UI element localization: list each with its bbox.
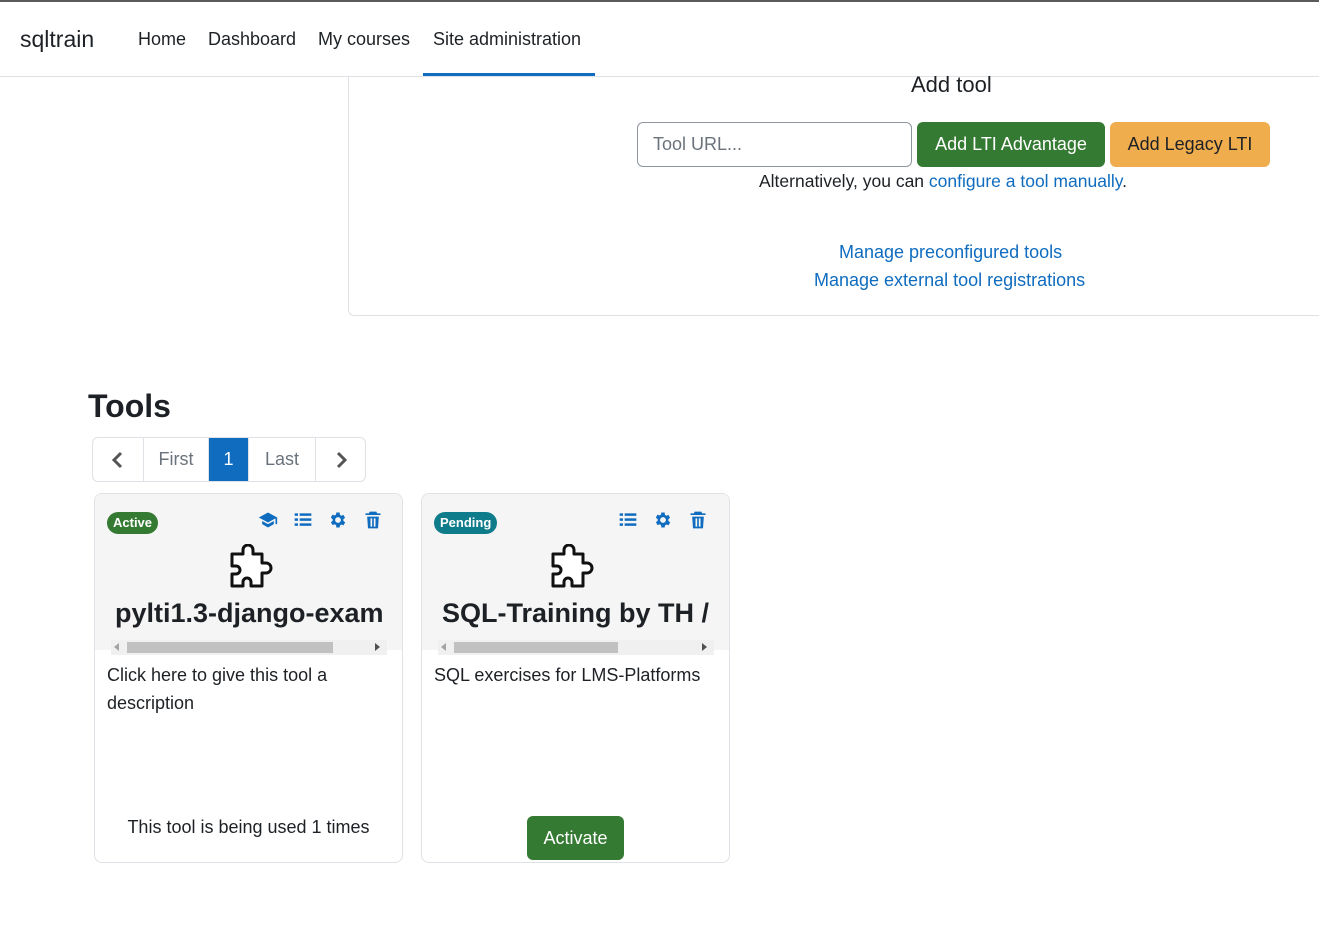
manage-tool-registrations-link[interactable]: Manage external tool registrations [814, 270, 1085, 291]
trash-icon[interactable] [362, 509, 384, 531]
gear-icon[interactable] [652, 509, 674, 531]
tool-card-actions [617, 509, 709, 531]
nav-my-courses[interactable]: My courses [318, 29, 410, 50]
scrollbar-thumb[interactable] [127, 642, 333, 653]
pagination-first[interactable]: First [144, 438, 209, 481]
gear-icon[interactable] [327, 509, 349, 531]
tool-url-input[interactable] [637, 122, 912, 167]
nav-dashboard[interactable]: Dashboard [208, 29, 296, 50]
add-lti-advantage-button[interactable]: Add LTI Advantage [917, 122, 1105, 167]
tool-description[interactable]: Click here to give this tool a descripti… [107, 661, 387, 717]
scrollbar-thumb[interactable] [454, 642, 618, 653]
trash-icon[interactable] [687, 509, 709, 531]
nav-site-administration[interactable]: Site administration [433, 29, 581, 50]
chevron-left-icon [111, 451, 123, 468]
horizontal-scrollbar[interactable] [438, 640, 714, 655]
pagination-prev[interactable] [93, 438, 144, 481]
list-icon[interactable] [292, 509, 314, 531]
graduation-cap-icon[interactable] [257, 509, 279, 531]
tool-card: Active pylti1.3-django-exam Click here t… [94, 493, 403, 863]
tools-heading: Tools [88, 388, 171, 424]
alternative-suffix: . [1122, 171, 1128, 191]
tool-name: SQL-Training by TH / [442, 598, 710, 628]
tool-description[interactable]: SQL exercises for LMS-Platforms [434, 661, 714, 689]
site-brand[interactable]: sqltrain [20, 26, 94, 53]
horizontal-scrollbar[interactable] [111, 640, 387, 655]
top-navbar: sqltrain Home Dashboard My courses Site … [0, 0, 1319, 77]
add-tool-title: Add tool [911, 72, 992, 97]
status-badge: Active [107, 512, 159, 534]
manage-preconfigured-tools-link[interactable]: Manage preconfigured tools [839, 242, 1062, 263]
tool-name: pylti1.3-django-exam [115, 598, 384, 628]
scroll-left-arrow-icon[interactable] [441, 643, 446, 651]
pagination-page-1[interactable]: 1 [209, 438, 249, 481]
activate-button[interactable]: Activate [527, 816, 624, 860]
tool-usage-text: This tool is being used 1 times [127, 817, 370, 837]
pagination: First 1 Last [92, 437, 366, 482]
scroll-right-arrow-icon[interactable] [375, 643, 380, 651]
puzzle-piece-icon [551, 544, 594, 588]
tool-card-actions [257, 509, 384, 531]
add-legacy-lti-button[interactable]: Add Legacy LTI [1110, 122, 1270, 167]
scroll-left-arrow-icon[interactable] [114, 643, 119, 651]
pagination-last[interactable]: Last [249, 438, 316, 481]
tool-card: Pending SQL-Training by TH / SQL exercis… [421, 493, 730, 863]
puzzle-piece-icon [230, 544, 273, 588]
scroll-right-arrow-icon[interactable] [702, 643, 707, 651]
alternative-text: Alternatively, you can configure a tool … [759, 171, 1127, 192]
nav-active-indicator [423, 73, 595, 76]
pagination-next[interactable] [316, 438, 365, 481]
nav-home[interactable]: Home [138, 29, 186, 50]
list-icon[interactable] [617, 509, 639, 531]
status-badge: Pending [434, 512, 498, 534]
alternative-prefix: Alternatively, you can [759, 171, 929, 191]
configure-manually-link[interactable]: configure a tool manually [929, 171, 1122, 191]
chevron-right-icon [336, 451, 347, 468]
